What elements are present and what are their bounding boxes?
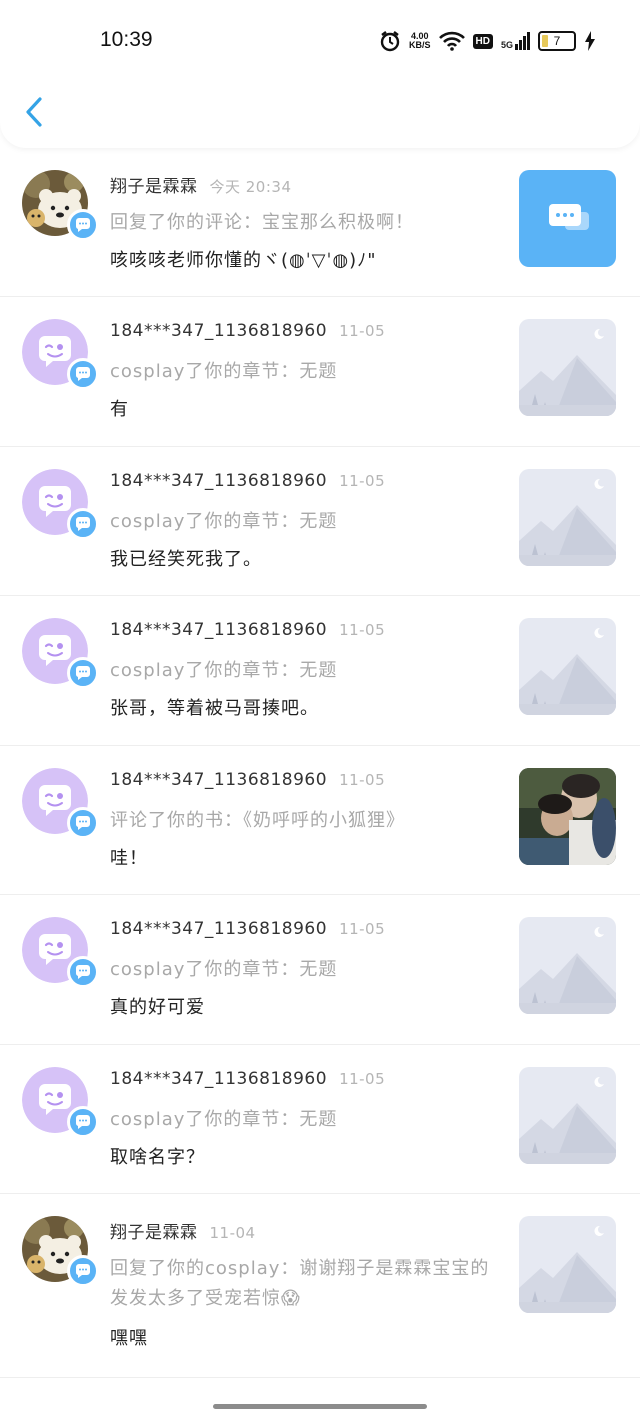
chapter-placeholder-thumbnail[interactable] [519,1216,616,1313]
battery-indicator: 7 [538,31,576,51]
book-cover-thumbnail[interactable] [519,768,616,865]
comment-text: 张哥，等着被马哥揍吧。 [110,698,319,719]
comment-badge-icon [67,1255,99,1287]
comment-badge-icon [67,358,99,390]
user-name[interactable]: 184***347_1136818960 11-05 [110,1069,385,1089]
list-item[interactable]: 翔子是霖霖 11-04 回复了你的cosplay：谢谢翔子是霖霖宝宝的发发太多了受宠… [0,1194,640,1378]
back-button[interactable] [22,96,52,128]
user-name[interactable]: 184***347_1136818960 11-05 [110,321,385,341]
chapter-placeholder-thumbnail[interactable] [519,1067,616,1164]
comment-text: 有 [110,399,129,420]
user-name[interactable]: 184***347_1136818960 11-05 [110,471,385,491]
hd-badge: HD [472,33,493,49]
chapter-placeholder-thumbnail[interactable] [519,469,616,566]
timestamp: 11-05 [339,1070,386,1088]
comment-badge-icon [67,657,99,689]
user-name-text[interactable]: 184***347_1136818960 [110,321,327,341]
user-name[interactable]: 184***347_1136818960 11-05 [110,770,385,790]
comment-badge-icon [67,956,99,988]
timestamp: 11-05 [339,920,386,938]
network-speed: 4.00 KB/S [409,32,431,50]
charging-icon [585,31,595,51]
alarm-icon [380,31,400,52]
comment-text: 嘿嘿 [110,1328,148,1349]
top-bar: 10:39 4.00 KB/S HD 5G 7 [0,0,640,148]
user-name-text[interactable]: 翔子是霖霖 [110,177,198,197]
list-item[interactable]: 184***347_1136818960 11-05 评论了你的书：《奶呼呼的小狐狸… [0,746,640,895]
battery-level: 7 [553,34,561,48]
user-name[interactable]: 翔子是霖霖 今天 20:34 [110,172,292,197]
wifi-icon [438,31,465,51]
comment-text: 我已经笑死我了。 [110,549,262,570]
timestamp: 11-04 [209,1224,256,1242]
timestamp: 今天 20:34 [209,178,292,196]
user-name-text[interactable]: 184***347_1136818960 [110,620,327,640]
chat-thumbnail[interactable] [519,170,616,267]
user-name-text[interactable]: 184***347_1136818960 [110,471,327,491]
home-indicator[interactable] [213,1404,427,1409]
timestamp: 11-05 [339,322,386,340]
status-time: 10:39 [100,28,153,51]
chapter-placeholder-thumbnail[interactable] [519,917,616,1014]
chapter-placeholder-thumbnail[interactable] [519,618,616,715]
user-name-text[interactable]: 184***347_1136818960 [110,919,327,939]
timestamp: 11-05 [339,472,386,490]
comment-badge-icon [67,807,99,839]
comment-text: 取啥名字？ [110,1147,205,1168]
activity-summary: 回复了你的cosplay：谢谢翔子是霖霖宝宝的发发太多了受宠若惊😱 [110,1258,490,1309]
list-item[interactable]: 翔子是霖霖 今天 20:34 回复了你的评论：宝宝那么积极啊！ 咳咳咳老师你懂的ヾ(◍… [0,148,640,297]
user-name-text[interactable]: 翔子是霖霖 [110,1223,198,1243]
comment-text: 真的好可爱 [110,997,205,1018]
timestamp: 11-05 [339,771,386,789]
list-item[interactable]: 184***347_1136818960 11-05 cosplay了你的章节：无题… [0,1045,640,1194]
list-item[interactable]: 184***347_1136818960 11-05 cosplay了你的章节：无题… [0,895,640,1045]
user-name[interactable]: 184***347_1136818960 11-05 [110,919,385,939]
chapter-placeholder-thumbnail[interactable] [519,319,616,416]
notification-list: 翔子是霖霖 今天 20:34 回复了你的评论：宝宝那么积极啊！ 咳咳咳老师你懂的ヾ(◍… [0,148,640,1378]
chevron-left-icon [26,97,42,127]
activity-summary: cosplay了你的章节：无题 [110,361,338,382]
signal-label: 5G [500,40,513,50]
comment-text: 哇！ [110,848,148,869]
list-item[interactable]: 184***347_1136818960 11-05 cosplay了你的章节：无题… [0,297,640,447]
comment-text: 咳咳咳老师你懂的ヾ(◍ˈ▽ˈ◍)ﾉ" [110,250,377,271]
user-name[interactable]: 184***347_1136818960 11-05 [110,620,385,640]
list-item[interactable]: 184***347_1136818960 11-05 cosplay了你的章节：无题… [0,447,640,596]
user-name-text[interactable]: 184***347_1136818960 [110,1069,327,1089]
activity-summary: cosplay了你的章节：无题 [110,660,338,681]
activity-summary: cosplay了你的章节：无题 [110,1109,338,1130]
status-icons: 4.00 KB/S HD 5G 7 [379,27,596,55]
comment-badge-icon [67,1106,99,1138]
timestamp: 11-05 [339,621,386,639]
list-item[interactable]: 184***347_1136818960 11-05 cosplay了你的章节：无题… [0,596,640,746]
cell-signal-icon: 5G [501,32,530,50]
activity-summary: cosplay了你的章节：无题 [110,959,338,980]
activity-summary: 评论了你的书：《奶呼呼的小狐狸》 [110,810,405,831]
activity-summary: 回复了你的评论：宝宝那么积极啊！ [110,212,414,233]
user-name[interactable]: 翔子是霖霖 11-04 [110,1218,256,1243]
user-name-text[interactable]: 184***347_1136818960 [110,770,327,790]
activity-summary: cosplay了你的章节：无题 [110,511,338,532]
status-bar: 10:39 4.00 KB/S HD 5G 7 [0,0,640,80]
net-speed-unit: KB/S [409,40,431,50]
comment-badge-icon [67,209,99,241]
comment-badge-icon [67,508,99,540]
